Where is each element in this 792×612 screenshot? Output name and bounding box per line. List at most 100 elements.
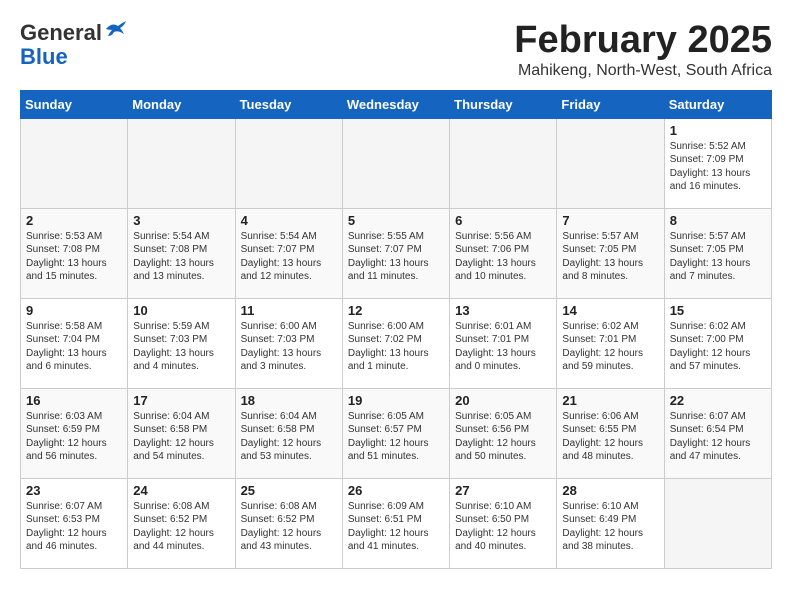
day-info: Sunrise: 6:05 AM Sunset: 6:56 PM Dayligh… <box>455 410 551 464</box>
day-number: 15 <box>670 303 766 318</box>
calendar-cell: 11 Sunrise: 6:00 AM Sunset: 7:03 PM Dayli… <box>235 298 342 388</box>
calendar-cell: 7Sunrise: 5:57 AM Sunset: 7:05 PM Daylig… <box>557 208 664 298</box>
month-title: February 2025 <box>514 20 772 62</box>
day-info: Sunrise: 5:57 AM Sunset: 7:05 PM Dayligh… <box>670 230 766 284</box>
day-info: Sunrise: 5:57 AM Sunset: 7:05 PM Dayligh… <box>562 230 658 284</box>
day-number: 6 <box>455 213 551 228</box>
logo-general: General <box>20 20 102 46</box>
calendar-cell <box>450 118 557 208</box>
calendar-cell: 26 Sunrise: 6:09 AM Sunset: 6:51 PM Dayli… <box>342 478 449 568</box>
calendar-cell: 13 Sunrise: 6:01 AM Sunset: 7:01 PM Dayli… <box>450 298 557 388</box>
calendar-cell: 10 Sunrise: 5:59 AM Sunset: 7:03 PM Dayli… <box>128 298 235 388</box>
calendar-header: SundayMondayTuesdayWednesdayThursdayFrid… <box>21 90 772 118</box>
calendar-cell: 20 Sunrise: 6:05 AM Sunset: 6:56 PM Dayli… <box>450 388 557 478</box>
day-info: Sunrise: 6:07 AM Sunset: 6:54 PM Dayligh… <box>670 410 766 464</box>
calendar-cell: 15 Sunrise: 6:02 AM Sunset: 7:00 PM Dayli… <box>664 298 771 388</box>
calendar-cell: 14 Sunrise: 6:02 AM Sunset: 7:01 PM Dayli… <box>557 298 664 388</box>
day-number: 5 <box>348 213 444 228</box>
calendar-cell: 2Sunrise: 5:53 AM Sunset: 7:08 PM Daylig… <box>21 208 128 298</box>
day-info: Sunrise: 6:10 AM Sunset: 6:49 PM Dayligh… <box>562 500 658 554</box>
day-info: Sunrise: 5:58 AM Sunset: 7:04 PM Dayligh… <box>26 320 122 374</box>
day-info: Sunrise: 6:02 AM Sunset: 7:01 PM Dayligh… <box>562 320 658 374</box>
day-info: Sunrise: 6:04 AM Sunset: 6:58 PM Dayligh… <box>133 410 229 464</box>
day-info: Sunrise: 6:09 AM Sunset: 6:51 PM Dayligh… <box>348 500 444 554</box>
calendar-cell: 23 Sunrise: 6:07 AM Sunset: 6:53 PM Dayli… <box>21 478 128 568</box>
day-info: Sunrise: 5:54 AM Sunset: 7:08 PM Dayligh… <box>133 230 229 284</box>
day-number: 3 <box>133 213 229 228</box>
day-header-monday: Monday <box>128 90 235 118</box>
day-number: 27 <box>455 483 551 498</box>
logo-bird-icon <box>104 20 128 38</box>
day-number: 24 <box>133 483 229 498</box>
day-header-saturday: Saturday <box>664 90 771 118</box>
day-info: Sunrise: 5:59 AM Sunset: 7:03 PM Dayligh… <box>133 320 229 374</box>
day-info: Sunrise: 6:06 AM Sunset: 6:55 PM Dayligh… <box>562 410 658 464</box>
day-number: 14 <box>562 303 658 318</box>
calendar-cell: 17 Sunrise: 6:04 AM Sunset: 6:58 PM Dayli… <box>128 388 235 478</box>
day-info: Sunrise: 5:56 AM Sunset: 7:06 PM Dayligh… <box>455 230 551 284</box>
day-info: Sunrise: 6:05 AM Sunset: 6:57 PM Dayligh… <box>348 410 444 464</box>
day-number: 20 <box>455 393 551 408</box>
calendar-cell: 27 Sunrise: 6:10 AM Sunset: 6:50 PM Dayli… <box>450 478 557 568</box>
calendar-cell: 19 Sunrise: 6:05 AM Sunset: 6:57 PM Dayli… <box>342 388 449 478</box>
day-info: Sunrise: 6:08 AM Sunset: 6:52 PM Dayligh… <box>133 500 229 554</box>
day-number: 25 <box>241 483 337 498</box>
day-info: Sunrise: 6:10 AM Sunset: 6:50 PM Dayligh… <box>455 500 551 554</box>
day-number: 1 <box>670 123 766 138</box>
calendar-cell: 28Sunrise: 6:10 AM Sunset: 6:49 PM Dayli… <box>557 478 664 568</box>
day-info: Sunrise: 6:01 AM Sunset: 7:01 PM Dayligh… <box>455 320 551 374</box>
calendar-cell: 8Sunrise: 5:57 AM Sunset: 7:05 PM Daylig… <box>664 208 771 298</box>
calendar-cell: 1 Sunrise: 5:52 AM Sunset: 7:09 PM Daylig… <box>664 118 771 208</box>
day-header-wednesday: Wednesday <box>342 90 449 118</box>
title-block: February 2025 Mahikeng, North-West, Sout… <box>514 20 772 80</box>
day-number: 17 <box>133 393 229 408</box>
calendar-table: SundayMondayTuesdayWednesdayThursdayFrid… <box>20 90 772 569</box>
day-info: Sunrise: 5:52 AM Sunset: 7:09 PM Dayligh… <box>670 140 766 194</box>
day-header-friday: Friday <box>557 90 664 118</box>
calendar-cell: 6 Sunrise: 5:56 AM Sunset: 7:06 PM Daylig… <box>450 208 557 298</box>
day-number: 9 <box>26 303 122 318</box>
calendar-cell: 24 Sunrise: 6:08 AM Sunset: 6:52 PM Dayli… <box>128 478 235 568</box>
calendar-cell <box>21 118 128 208</box>
day-number: 16 <box>26 393 122 408</box>
day-number: 4 <box>241 213 337 228</box>
day-header-thursday: Thursday <box>450 90 557 118</box>
calendar-cell <box>664 478 771 568</box>
logo: General Blue <box>20 20 128 70</box>
page-header: General Blue February 2025 Mahikeng, Nor… <box>20 20 772 80</box>
day-info: Sunrise: 6:00 AM Sunset: 7:03 PM Dayligh… <box>241 320 337 374</box>
day-number: 12 <box>348 303 444 318</box>
calendar-cell: 16Sunrise: 6:03 AM Sunset: 6:59 PM Dayli… <box>21 388 128 478</box>
day-number: 11 <box>241 303 337 318</box>
calendar-cell: 18Sunrise: 6:04 AM Sunset: 6:58 PM Dayli… <box>235 388 342 478</box>
day-info: Sunrise: 6:07 AM Sunset: 6:53 PM Dayligh… <box>26 500 122 554</box>
logo-blue: Blue <box>20 44 68 70</box>
day-info: Sunrise: 5:54 AM Sunset: 7:07 PM Dayligh… <box>241 230 337 284</box>
day-number: 13 <box>455 303 551 318</box>
calendar-cell: 25 Sunrise: 6:08 AM Sunset: 6:52 PM Dayli… <box>235 478 342 568</box>
day-info: Sunrise: 6:08 AM Sunset: 6:52 PM Dayligh… <box>241 500 337 554</box>
location: Mahikeng, North-West, South Africa <box>514 62 772 80</box>
calendar-cell <box>342 118 449 208</box>
calendar-cell <box>557 118 664 208</box>
day-info: Sunrise: 6:02 AM Sunset: 7:00 PM Dayligh… <box>670 320 766 374</box>
day-info: Sunrise: 6:00 AM Sunset: 7:02 PM Dayligh… <box>348 320 444 374</box>
calendar-cell: 9 Sunrise: 5:58 AM Sunset: 7:04 PM Daylig… <box>21 298 128 388</box>
day-header-sunday: Sunday <box>21 90 128 118</box>
day-header-tuesday: Tuesday <box>235 90 342 118</box>
calendar-cell <box>128 118 235 208</box>
calendar-cell: 5 Sunrise: 5:55 AM Sunset: 7:07 PM Daylig… <box>342 208 449 298</box>
day-number: 19 <box>348 393 444 408</box>
day-number: 26 <box>348 483 444 498</box>
day-number: 10 <box>133 303 229 318</box>
day-info: Sunrise: 5:53 AM Sunset: 7:08 PM Dayligh… <box>26 230 122 284</box>
day-number: 22 <box>670 393 766 408</box>
day-number: 23 <box>26 483 122 498</box>
day-info: Sunrise: 5:55 AM Sunset: 7:07 PM Dayligh… <box>348 230 444 284</box>
calendar-cell: 12 Sunrise: 6:00 AM Sunset: 7:02 PM Dayli… <box>342 298 449 388</box>
day-number: 18 <box>241 393 337 408</box>
calendar-cell: 21Sunrise: 6:06 AM Sunset: 6:55 PM Dayli… <box>557 388 664 478</box>
calendar-body: 1 Sunrise: 5:52 AM Sunset: 7:09 PM Daylig… <box>21 118 772 568</box>
calendar-cell: 22 Sunrise: 6:07 AM Sunset: 6:54 PM Dayli… <box>664 388 771 478</box>
calendar-cell: 3 Sunrise: 5:54 AM Sunset: 7:08 PM Daylig… <box>128 208 235 298</box>
